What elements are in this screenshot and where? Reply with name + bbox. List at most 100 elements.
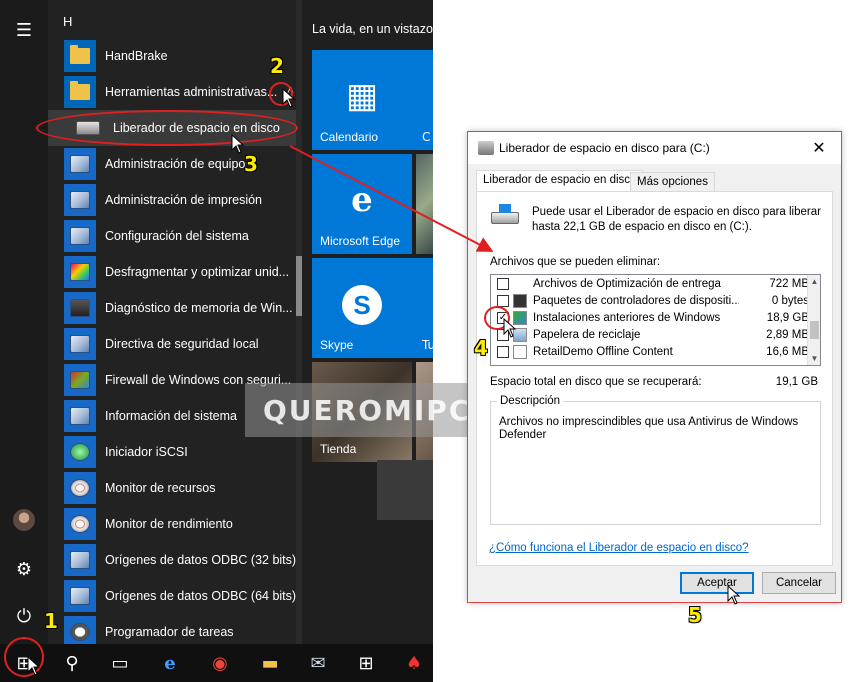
- tile-partial-photo[interactable]: [416, 154, 433, 254]
- user-avatar[interactable]: [0, 500, 48, 540]
- scroll-up-icon[interactable]: ▲: [808, 275, 820, 288]
- files-list-scrollbar[interactable]: ▲ ▼: [807, 275, 820, 365]
- app-task-scheduler[interactable]: Programador de tareas: [64, 614, 296, 644]
- step-number-4: 4: [474, 336, 488, 360]
- file-icon: [513, 344, 527, 359]
- scroll-down-icon[interactable]: ▼: [808, 352, 820, 365]
- settings-gear-icon[interactable]: ⚙: [0, 549, 48, 589]
- taskbar: ⊞ ⚲ ▭ e ◉ ▬ ✉ ⊞ ♠: [0, 644, 433, 682]
- step-number-5: 5: [688, 603, 702, 627]
- tile-partial-tu[interactable]: Tu: [412, 258, 436, 358]
- total-value: 19,1 GB: [775, 376, 818, 388]
- description-text: Archivos no imprescindibles que usa Anti…: [499, 416, 799, 441]
- tile-label: C: [422, 130, 431, 144]
- folder-icon: [64, 76, 96, 108]
- list-item[interactable]: Paquetes de controladores de dispositi..…: [491, 292, 809, 309]
- task-scheduler-icon: [64, 616, 96, 644]
- hamburger-menu-icon[interactable]: ☰: [0, 10, 48, 50]
- close-icon[interactable]: ✕: [797, 132, 841, 163]
- store-icon[interactable]: ⊞: [342, 644, 390, 682]
- app-memory-diagnostic[interactable]: Diagnóstico de memoria de Win...: [64, 290, 296, 326]
- disk-cleanup-dialog: Liberador de espacio en disco para (C:) …: [467, 131, 842, 603]
- checkbox[interactable]: [497, 277, 509, 290]
- app-label: Monitor de recursos: [105, 481, 216, 495]
- tab-more-options[interactable]: Más opciones: [630, 172, 715, 192]
- solitaire-icon[interactable]: ♠: [390, 644, 438, 682]
- firewall-icon: [64, 364, 96, 396]
- app-system-config[interactable]: Configuración del sistema: [64, 218, 296, 254]
- app-label: Iniciador iSCSI: [105, 445, 188, 459]
- file-size: 2,89 MB: [766, 328, 809, 341]
- ok-button[interactable]: Aceptar: [680, 572, 754, 594]
- dialog-titlebar[interactable]: Liberador de espacio en disco para (C:) …: [468, 132, 841, 164]
- app-label: Información del sistema: [105, 409, 238, 423]
- help-link[interactable]: ¿Cómo funciona el Liberador de espacio e…: [489, 542, 749, 554]
- system-config-icon: [64, 220, 96, 252]
- mouse-cursor-icon: [503, 318, 517, 338]
- app-odbc-32[interactable]: Orígenes de datos ODBC (32 bits): [64, 542, 296, 578]
- file-size: 0 bytes: [771, 294, 809, 307]
- folder-icon: [64, 40, 96, 72]
- app-label: Orígenes de datos ODBC (32 bits): [105, 553, 297, 567]
- files-label: Archivos que se pueden eliminar:: [490, 256, 661, 268]
- total-label: Espacio total en disco que se recuperará…: [490, 376, 702, 388]
- app-security-policy[interactable]: Directiva de seguridad local: [64, 326, 296, 362]
- step-number-1: 1: [44, 609, 58, 633]
- app-handbrake[interactable]: HandBrake: [64, 38, 296, 74]
- chrome-icon[interactable]: ◉: [196, 644, 244, 682]
- list-item[interactable]: Papelera de reciclaje 2,89 MB: [491, 326, 809, 343]
- app-defrag[interactable]: Desfragmentar y optimizar unid...: [64, 254, 296, 290]
- scroll-thumb[interactable]: [810, 321, 819, 339]
- file-name: Archivos de Optimización de entrega: [533, 277, 721, 290]
- app-label: Programador de tareas: [105, 625, 234, 639]
- mouse-cursor-icon: [27, 656, 41, 676]
- file-name: Paquetes de controladores de dispositi..…: [533, 294, 739, 307]
- checkbox[interactable]: [497, 345, 509, 358]
- cancel-button[interactable]: Cancelar: [762, 572, 836, 594]
- app-computer-management[interactable]: Administración de equipo: [64, 146, 296, 182]
- tile-edge[interactable]: e Microsoft Edge: [312, 154, 412, 254]
- app-admin-tools[interactable]: Herramientas administrativas... ˄: [64, 74, 296, 110]
- odbc-icon: [64, 580, 96, 612]
- list-item[interactable]: Archivos de Optimización de entrega 722 …: [491, 275, 809, 292]
- edge-icon: e: [351, 180, 373, 220]
- app-label: Configuración del sistema: [105, 229, 249, 243]
- app-resource-monitor[interactable]: Monitor de recursos: [64, 470, 296, 506]
- file-size: 722 MB: [769, 277, 809, 290]
- edge-icon[interactable]: e: [146, 644, 194, 682]
- mail-icon[interactable]: ✉: [294, 644, 342, 682]
- app-performance-monitor[interactable]: Monitor de rendimiento: [64, 506, 296, 542]
- app-label: HandBrake: [105, 49, 168, 63]
- app-iscsi[interactable]: Iniciador iSCSI: [64, 434, 296, 470]
- app-label: Herramientas administrativas...: [105, 85, 278, 99]
- file-size: 18,9 GB: [766, 311, 809, 324]
- tab-disk-cleanup[interactable]: Liberador de espacio en disco: [476, 170, 644, 192]
- files-list[interactable]: Archivos de Optimización de entrega 722 …: [490, 274, 821, 366]
- tile-partial-c[interactable]: C: [412, 50, 433, 150]
- calendar-icon: ▦: [345, 77, 379, 115]
- mouse-cursor-icon: [282, 88, 296, 108]
- tile-label: Tu: [422, 338, 436, 352]
- power-icon[interactable]: ⏻: [0, 596, 48, 636]
- memory-diagnostic-icon: [64, 292, 96, 324]
- task-view-icon[interactable]: ▭: [96, 644, 144, 682]
- app-print-management[interactable]: Administración de impresión: [64, 182, 296, 218]
- list-item[interactable]: RetailDemo Offline Content 16,6 MB: [491, 343, 809, 360]
- search-icon[interactable]: ⚲: [48, 644, 96, 682]
- tile-label: Skype: [320, 338, 354, 352]
- tile-skype[interactable]: S Skype: [312, 258, 412, 358]
- section-letter[interactable]: H: [63, 14, 72, 29]
- file-name: Instalaciones anteriores de Windows: [533, 311, 721, 324]
- tile-label: Microsoft Edge: [320, 234, 401, 248]
- list-item[interactable]: ✓ Instalaciones anteriores de Windows 18…: [491, 309, 809, 326]
- app-odbc-64[interactable]: Orígenes de datos ODBC (64 bits): [64, 578, 296, 614]
- annotation-ring-disk-cleanup: [36, 110, 298, 146]
- checkbox[interactable]: [497, 294, 509, 307]
- tile-empty[interactable]: [377, 460, 433, 520]
- tile-calendar[interactable]: ▦ Calendario: [312, 50, 412, 150]
- driver-package-icon: [513, 293, 527, 308]
- file-name: RetailDemo Offline Content: [533, 345, 673, 358]
- file-explorer-icon[interactable]: ▬: [246, 644, 294, 682]
- skype-icon: S: [312, 284, 412, 325]
- file-size: 16,6 MB: [766, 345, 809, 358]
